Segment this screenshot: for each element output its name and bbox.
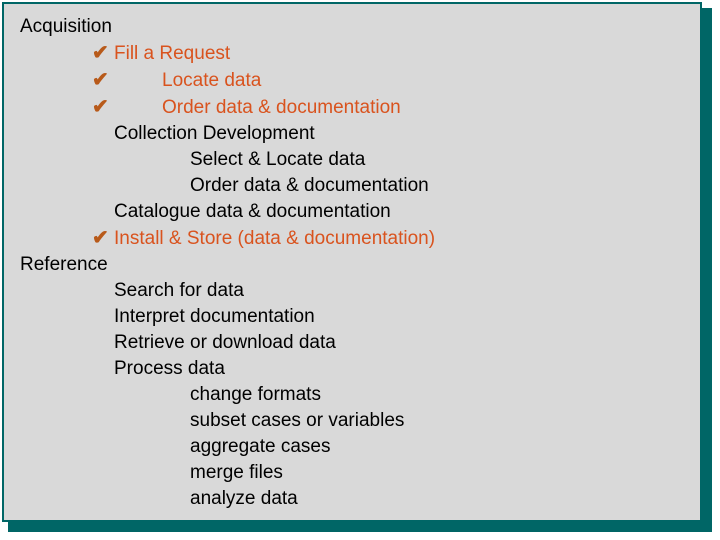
item-order-data: ✔ Order data & documentation [92, 94, 684, 121]
text-analyze: analyze data [190, 488, 298, 509]
item-search-data: Search for data [92, 278, 684, 304]
check-icon: ✔ [92, 67, 114, 93]
heading-acquisition: Acquisition [20, 14, 684, 40]
item-process: Process data [92, 356, 684, 382]
text-change-formats: change formats [190, 384, 321, 405]
check-icon: ✔ [92, 94, 114, 120]
text-collection-dev: Collection Development [114, 123, 315, 144]
slide-panel: Acquisition ✔Fill a Request ✔Locate data… [2, 2, 702, 522]
item-subset: subset cases or variables [168, 408, 684, 434]
text-order-data: Order data & documentation [162, 97, 401, 118]
check-icon: ✔ [92, 40, 114, 66]
item-install-store: ✔Install & Store (data & documentation) [92, 225, 684, 252]
item-interpret: Interpret documentation [92, 304, 684, 330]
text-locate-data: Locate data [162, 70, 261, 91]
item-catalogue: Catalogue data & documentation [92, 199, 684, 225]
item-fill-request: ✔Fill a Request [92, 40, 684, 67]
item-change-formats: change formats [168, 382, 684, 408]
text-order-data2: Order data & documentation [190, 175, 429, 196]
text-aggregate: aggregate cases [190, 436, 331, 457]
item-merge: merge files [168, 460, 684, 486]
item-collection-dev: Collection Development [92, 121, 684, 147]
item-order-data2: Order data & documentation [168, 173, 684, 199]
heading-reference: Reference [20, 252, 684, 278]
item-locate-data: ✔ Locate data [92, 67, 684, 94]
item-aggregate: aggregate cases [168, 434, 684, 460]
item-analyze: analyze data [168, 486, 684, 512]
item-select-locate: Select & Locate data [168, 147, 684, 173]
text-install-store: Install & Store (data & documentation) [114, 228, 435, 249]
text-interpret: Interpret documentation [114, 306, 315, 327]
text-process: Process data [114, 358, 225, 379]
text-retrieve: Retrieve or download data [114, 332, 336, 353]
check-icon: ✔ [92, 225, 114, 251]
text-search-data: Search for data [114, 280, 244, 301]
text-subset: subset cases or variables [190, 410, 404, 431]
text-select-locate: Select & Locate data [190, 149, 365, 170]
text-fill-request: Fill a Request [114, 43, 230, 64]
text-catalogue: Catalogue data & documentation [114, 201, 391, 222]
text-merge: merge files [190, 462, 283, 483]
item-retrieve: Retrieve or download data [92, 330, 684, 356]
